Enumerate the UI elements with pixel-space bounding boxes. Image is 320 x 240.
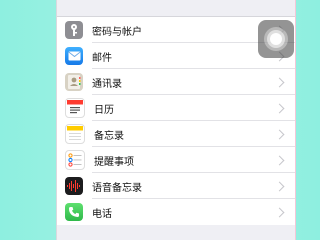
calendar-icon [65, 98, 85, 118]
settings-item-label: 电话 [92, 208, 112, 220]
mail-icon [65, 47, 83, 65]
settings-item-label: 日历 [94, 104, 114, 116]
contacts-icon [65, 73, 83, 91]
settings-item-label: 语音备忘录 [92, 182, 142, 194]
settings-item-notes[interactable]: 备忘录 [57, 121, 295, 147]
settings-item-reminders[interactable]: 提醒事项 [57, 147, 295, 173]
chevron-right-icon [274, 103, 285, 113]
settings-item-voice-memos[interactable]: 语音备忘录 [57, 173, 295, 199]
settings-item-contacts[interactable]: 通讯录 [57, 69, 295, 95]
phone-icon [65, 203, 83, 221]
settings-item-label: 邮件 [92, 52, 112, 64]
voice-memos-icon [65, 177, 83, 195]
assistive-touch-button[interactable] [258, 20, 294, 58]
chevron-right-icon [274, 155, 285, 165]
settings-item-label: 通讯录 [92, 78, 122, 90]
notes-icon [65, 124, 85, 144]
chevron-right-icon [274, 207, 285, 217]
key-icon [65, 21, 83, 39]
settings-item-phone[interactable]: 电话 [57, 199, 295, 225]
settings-item-label: 提醒事项 [94, 156, 134, 168]
chevron-right-icon [274, 181, 285, 191]
assistive-touch-ring-icon [264, 27, 288, 51]
settings-item-calendar[interactable]: 日历 [57, 95, 295, 121]
section-gap [57, 0, 295, 17]
settings-item-label: 备忘录 [94, 130, 124, 142]
chevron-right-icon [274, 129, 285, 139]
chevron-right-icon [274, 77, 285, 87]
reminders-icon [65, 150, 85, 170]
settings-item-label: 密码与帐户 [92, 26, 142, 38]
